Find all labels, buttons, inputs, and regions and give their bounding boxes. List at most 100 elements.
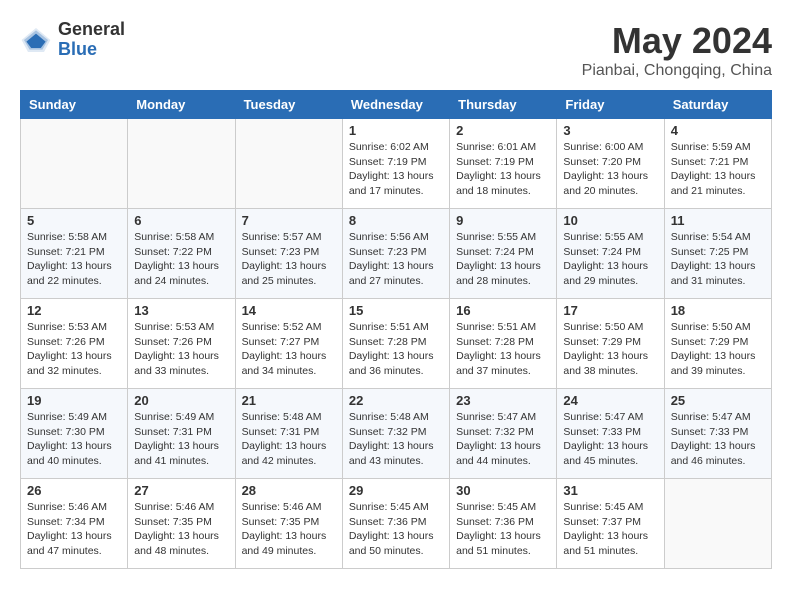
- calendar-cell: 25 Sunrise: 5:47 AM Sunset: 7:33 PM Dayli…: [664, 389, 771, 479]
- day-info: Sunrise: 5:49 AM Sunset: 7:30 PM Dayligh…: [27, 410, 121, 469]
- calendar-cell: 23 Sunrise: 5:47 AM Sunset: 7:32 PM Dayli…: [450, 389, 557, 479]
- calendar-cell: 29Sunrise: 5:45 AM Sunset: 7:36 PM Dayli…: [342, 479, 449, 569]
- calendar-cell: 28Sunrise: 5:46 AM Sunset: 7:35 PM Dayli…: [235, 479, 342, 569]
- day-info: Sunrise: 5:45 AM Sunset: 7:36 PM Dayligh…: [456, 500, 550, 559]
- day-info: Sunrise: 5:50 AM Sunset: 7:29 PM Dayligh…: [563, 320, 657, 379]
- title-block: May 2024 Pianbai, Chongqing, China: [582, 20, 772, 80]
- day-number: 2: [456, 123, 550, 138]
- month-title: May 2024: [582, 20, 772, 62]
- day-number: 15: [349, 303, 443, 318]
- day-info: Sunrise: 5:46 AM Sunset: 7:34 PM Dayligh…: [27, 500, 121, 559]
- day-number: 25: [671, 393, 765, 408]
- day-number: 10: [563, 213, 657, 228]
- weekday-header-friday: Friday: [557, 91, 664, 119]
- day-info: Sunrise: 6:00 AM Sunset: 7:20 PM Dayligh…: [563, 140, 657, 199]
- calendar-week-row: 12 Sunrise: 5:53 AM Sunset: 7:26 PM Dayli…: [21, 299, 772, 389]
- day-info: Sunrise: 5:45 AM Sunset: 7:36 PM Dayligh…: [349, 500, 443, 559]
- day-number: 6: [134, 213, 228, 228]
- calendar-cell: 15 Sunrise: 5:51 AM Sunset: 7:28 PM Dayli…: [342, 299, 449, 389]
- day-number: 7: [242, 213, 336, 228]
- day-number: 31: [563, 483, 657, 498]
- weekday-header-wednesday: Wednesday: [342, 91, 449, 119]
- calendar-cell: 20Sunrise: 5:49 AM Sunset: 7:31 PM Dayli…: [128, 389, 235, 479]
- calendar-cell: 17 Sunrise: 5:50 AM Sunset: 7:29 PM Dayli…: [557, 299, 664, 389]
- weekday-header-sunday: Sunday: [21, 91, 128, 119]
- day-number: 17: [563, 303, 657, 318]
- calendar-cell: 16 Sunrise: 5:51 AM Sunset: 7:28 PM Dayli…: [450, 299, 557, 389]
- day-info: Sunrise: 5:47 AM Sunset: 7:32 PM Dayligh…: [456, 410, 550, 469]
- day-number: 13: [134, 303, 228, 318]
- day-number: 11: [671, 213, 765, 228]
- day-number: 30: [456, 483, 550, 498]
- calendar-cell: 26Sunrise: 5:46 AM Sunset: 7:34 PM Dayli…: [21, 479, 128, 569]
- day-number: 20: [134, 393, 228, 408]
- day-info: Sunrise: 6:02 AM Sunset: 7:19 PM Dayligh…: [349, 140, 443, 199]
- day-number: 9: [456, 213, 550, 228]
- day-info: Sunrise: 6:01 AM Sunset: 7:19 PM Dayligh…: [456, 140, 550, 199]
- day-number: 14: [242, 303, 336, 318]
- day-number: 16: [456, 303, 550, 318]
- calendar-cell: [664, 479, 771, 569]
- calendar-cell: [21, 119, 128, 209]
- calendar-cell: 31Sunrise: 5:45 AM Sunset: 7:37 PM Dayli…: [557, 479, 664, 569]
- calendar-cell: 10Sunrise: 5:55 AM Sunset: 7:24 PM Dayli…: [557, 209, 664, 299]
- calendar-cell: 8 Sunrise: 5:56 AM Sunset: 7:23 PM Daylig…: [342, 209, 449, 299]
- calendar-cell: 12 Sunrise: 5:53 AM Sunset: 7:26 PM Dayli…: [21, 299, 128, 389]
- calendar-cell: 1Sunrise: 6:02 AM Sunset: 7:19 PM Daylig…: [342, 119, 449, 209]
- calendar-cell: 13 Sunrise: 5:53 AM Sunset: 7:26 PM Dayli…: [128, 299, 235, 389]
- day-info: Sunrise: 5:58 AM Sunset: 7:21 PM Dayligh…: [27, 230, 121, 289]
- calendar-cell: 22Sunrise: 5:48 AM Sunset: 7:32 PM Dayli…: [342, 389, 449, 479]
- day-info: Sunrise: 5:48 AM Sunset: 7:32 PM Dayligh…: [349, 410, 443, 469]
- day-number: 3: [563, 123, 657, 138]
- calendar-week-row: 19 Sunrise: 5:49 AM Sunset: 7:30 PM Dayli…: [21, 389, 772, 479]
- day-number: 19: [27, 393, 121, 408]
- day-number: 21: [242, 393, 336, 408]
- calendar-cell: 19 Sunrise: 5:49 AM Sunset: 7:30 PM Dayli…: [21, 389, 128, 479]
- weekday-header-thursday: Thursday: [450, 91, 557, 119]
- calendar-cell: 7 Sunrise: 5:57 AM Sunset: 7:23 PM Daylig…: [235, 209, 342, 299]
- calendar-week-row: 1Sunrise: 6:02 AM Sunset: 7:19 PM Daylig…: [21, 119, 772, 209]
- calendar-cell: 9 Sunrise: 5:55 AM Sunset: 7:24 PM Daylig…: [450, 209, 557, 299]
- calendar-cell: [128, 119, 235, 209]
- day-number: 4: [671, 123, 765, 138]
- day-number: 12: [27, 303, 121, 318]
- day-info: Sunrise: 5:55 AM Sunset: 7:24 PM Dayligh…: [456, 230, 550, 289]
- calendar-cell: [235, 119, 342, 209]
- day-number: 18: [671, 303, 765, 318]
- day-info: Sunrise: 5:47 AM Sunset: 7:33 PM Dayligh…: [671, 410, 765, 469]
- calendar-table: SundayMondayTuesdayWednesdayThursdayFrid…: [20, 90, 772, 569]
- weekday-header-tuesday: Tuesday: [235, 91, 342, 119]
- day-info: Sunrise: 5:48 AM Sunset: 7:31 PM Dayligh…: [242, 410, 336, 469]
- day-info: Sunrise: 5:47 AM Sunset: 7:33 PM Dayligh…: [563, 410, 657, 469]
- day-info: Sunrise: 5:46 AM Sunset: 7:35 PM Dayligh…: [242, 500, 336, 559]
- calendar-cell: 27Sunrise: 5:46 AM Sunset: 7:35 PM Dayli…: [128, 479, 235, 569]
- page-header: General Blue May 2024 Pianbai, Chongqing…: [20, 20, 772, 80]
- day-info: Sunrise: 5:58 AM Sunset: 7:22 PM Dayligh…: [134, 230, 228, 289]
- day-info: Sunrise: 5:53 AM Sunset: 7:26 PM Dayligh…: [27, 320, 121, 379]
- day-info: Sunrise: 5:56 AM Sunset: 7:23 PM Dayligh…: [349, 230, 443, 289]
- day-info: Sunrise: 5:51 AM Sunset: 7:28 PM Dayligh…: [349, 320, 443, 379]
- calendar-cell: 2 Sunrise: 6:01 AM Sunset: 7:19 PM Daylig…: [450, 119, 557, 209]
- day-info: Sunrise: 5:51 AM Sunset: 7:28 PM Dayligh…: [456, 320, 550, 379]
- day-info: Sunrise: 5:59 AM Sunset: 7:21 PM Dayligh…: [671, 140, 765, 199]
- weekday-header-row: SundayMondayTuesdayWednesdayThursdayFrid…: [21, 91, 772, 119]
- calendar-cell: 4 Sunrise: 5:59 AM Sunset: 7:21 PM Daylig…: [664, 119, 771, 209]
- day-number: 24: [563, 393, 657, 408]
- day-number: 8: [349, 213, 443, 228]
- day-info: Sunrise: 5:54 AM Sunset: 7:25 PM Dayligh…: [671, 230, 765, 289]
- day-number: 5: [27, 213, 121, 228]
- calendar-cell: 18 Sunrise: 5:50 AM Sunset: 7:29 PM Dayli…: [664, 299, 771, 389]
- logo-text: General Blue: [58, 20, 125, 60]
- calendar-week-row: 5 Sunrise: 5:58 AM Sunset: 7:21 PM Daylig…: [21, 209, 772, 299]
- logo: General Blue: [20, 20, 125, 60]
- calendar-week-row: 26Sunrise: 5:46 AM Sunset: 7:34 PM Dayli…: [21, 479, 772, 569]
- calendar-cell: 21 Sunrise: 5:48 AM Sunset: 7:31 PM Dayli…: [235, 389, 342, 479]
- day-number: 23: [456, 393, 550, 408]
- calendar-cell: 14Sunrise: 5:52 AM Sunset: 7:27 PM Dayli…: [235, 299, 342, 389]
- day-info: Sunrise: 5:53 AM Sunset: 7:26 PM Dayligh…: [134, 320, 228, 379]
- weekday-header-monday: Monday: [128, 91, 235, 119]
- day-info: Sunrise: 5:57 AM Sunset: 7:23 PM Dayligh…: [242, 230, 336, 289]
- day-info: Sunrise: 5:50 AM Sunset: 7:29 PM Dayligh…: [671, 320, 765, 379]
- calendar-cell: 5 Sunrise: 5:58 AM Sunset: 7:21 PM Daylig…: [21, 209, 128, 299]
- logo-icon: [20, 24, 52, 56]
